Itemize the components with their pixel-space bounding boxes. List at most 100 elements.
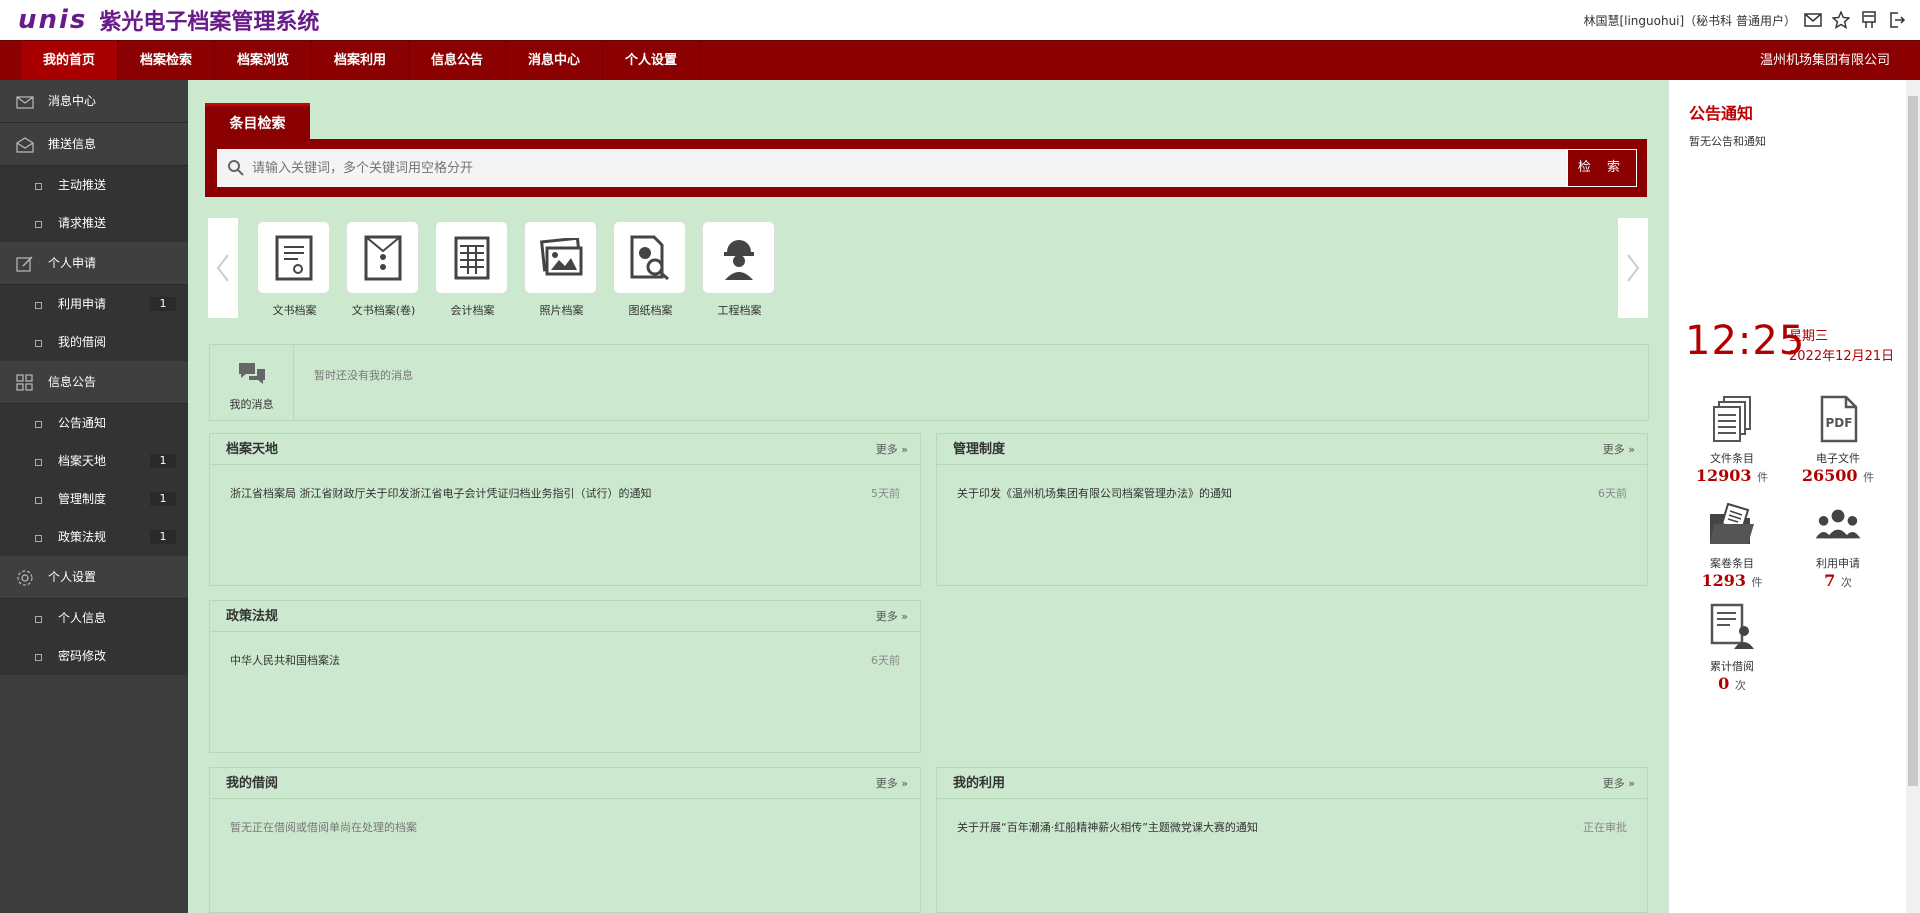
category-label: 工程档案 [717, 304, 762, 317]
nav-home[interactable]: 我的首页 [21, 41, 118, 81]
carousel-next-button[interactable] [1618, 218, 1648, 318]
stat-unit: 次 [1734, 679, 1746, 692]
grid-icon [16, 374, 33, 391]
category-drawing-archive[interactable]: 图纸档案 [613, 221, 688, 321]
count-badge: 1 [150, 454, 176, 468]
stat-volume-items[interactable]: 案卷条目 1293 件 [1687, 500, 1777, 590]
sidebar-item-my-borrow[interactable]: 我的借阅 [0, 323, 188, 361]
more-link[interactable]: 更多 » [1603, 434, 1635, 465]
sidebar-group-personal-apply[interactable]: 个人申请 [0, 242, 188, 285]
mail-icon[interactable] [1802, 9, 1824, 31]
sidebar-item-archive-world[interactable]: 档案天地 1 [0, 442, 188, 480]
sidebar-item-policy[interactable]: 政策法规 1 [0, 518, 188, 556]
nav-archive-browse[interactable]: 档案浏览 [215, 41, 312, 81]
category-accounting-archive[interactable]: 会计档案 [435, 221, 510, 321]
sidebar-group-message-center[interactable]: 消息中心 [0, 80, 188, 123]
stat-total-borrow[interactable]: 累计借阅 0 次 [1687, 603, 1777, 693]
tab-item-search[interactable]: 条目检索 [205, 103, 310, 139]
count-badge: 1 [150, 530, 176, 544]
category-engineering-archive[interactable]: 工程档案 [702, 221, 777, 321]
certificate-icon [275, 235, 312, 280]
list-item[interactable]: 关于开展“百年潮涌·红船精神薪火相传”主题微党课大赛的通知 正在审批 [937, 819, 1647, 841]
edit-icon [16, 256, 33, 272]
open-folder-icon [1710, 502, 1754, 544]
panel-title: 管理制度 [953, 442, 1006, 457]
app-title: 紫光电子档案管理系统 [99, 10, 320, 35]
sidebar-item-password-change[interactable]: 密码修改 [0, 637, 188, 675]
sidebar-item-use-apply[interactable]: 利用申请 1 [0, 285, 188, 323]
sidebar-item-label: 我的借阅 [58, 335, 107, 349]
sidebar-item-label: 管理制度 [58, 492, 107, 506]
category-document-volume[interactable]: 文书档案(卷) [346, 221, 421, 321]
ledger-icon [454, 236, 489, 279]
scrollbar-thumb[interactable] [1908, 96, 1918, 786]
sidebar-item-active-push[interactable]: 主动推送 [0, 166, 188, 204]
logout-icon[interactable] [1886, 9, 1908, 31]
more-link[interactable]: 更多 » [1603, 768, 1635, 799]
panel-title: 政策法规 [226, 609, 279, 624]
chevron-right-icon [1627, 254, 1640, 282]
sidebar-group-label: 个人设置 [48, 570, 97, 584]
nav-message-center[interactable]: 消息中心 [506, 41, 603, 81]
sidebar-group-label: 信息公告 [48, 375, 97, 389]
user-name: 林国慧[linguohui]（秘书科 普通用户） [1583, 13, 1796, 28]
more-link[interactable]: 更多 » [876, 768, 908, 799]
sidebar-item-announcements[interactable]: 公告通知 [0, 404, 188, 442]
category-document-archive[interactable]: 文书档案 [257, 221, 332, 321]
more-label: 更多 [1602, 777, 1625, 790]
category-photo-archive[interactable]: 照片档案 [524, 221, 599, 321]
panel-title: 我的利用 [953, 776, 1006, 791]
sidebar-item-label: 档案天地 [58, 454, 107, 468]
panel-rules: 管理制度 更多 » 关于印发《温州机场集团有限公司档案管理办法》的通知 6天前 [936, 433, 1648, 586]
documents-icon [1713, 396, 1751, 442]
star-icon[interactable] [1830, 9, 1852, 31]
logo[interactable]: unis 紫光电子档案管理系统 [18, 4, 319, 36]
search-box: 检 索 [205, 139, 1647, 197]
my-messages-label: 我的消息 [229, 398, 274, 411]
list-item[interactable]: 浙江省档案局 浙江省财政厅关于印发浙江省电子会计凭证归档业务指引（试行）的通知 5… [210, 485, 920, 507]
more-link[interactable]: 更多 » [876, 601, 908, 632]
nav-archive-use[interactable]: 档案利用 [312, 41, 409, 81]
sidebar-group-label: 个人申请 [48, 256, 97, 270]
sidebar-group-info-announce[interactable]: 信息公告 [0, 361, 188, 404]
list-item-time: 5天前 [871, 487, 900, 500]
stat-value: 26500 [1801, 466, 1858, 485]
sidebar-group-label: 推送信息 [48, 137, 97, 151]
sidebar-item-rules[interactable]: 管理制度 1 [0, 480, 188, 518]
sidebar-item-request-push[interactable]: 请求推送 [0, 204, 188, 242]
bookmark-icon[interactable] [1858, 9, 1880, 31]
sidebar-group-push-info[interactable]: 推送信息 [0, 123, 188, 166]
count-badge: 1 [150, 297, 176, 311]
photo-icon [539, 237, 582, 275]
more-link[interactable]: 更多 » [876, 434, 908, 465]
nav-personal-settings[interactable]: 个人设置 [603, 41, 700, 81]
category-label: 文书档案 [272, 304, 317, 317]
company-name: 温州机场集团有限公司 [1759, 53, 1890, 68]
list-item[interactable]: 关于印发《温州机场集团有限公司档案管理办法》的通知 6天前 [937, 485, 1647, 507]
scrollbar[interactable] [1906, 80, 1920, 913]
nav-announcements[interactable]: 信息公告 [409, 41, 506, 81]
my-messages-header[interactable]: 我的消息 [210, 345, 294, 420]
list-item[interactable]: 中华人民共和国档案法 6天前 [210, 652, 920, 674]
sidebar-item-personal-info[interactable]: 个人信息 [0, 599, 188, 637]
sidebar-group-personal-settings[interactable]: 个人设置 [0, 556, 188, 599]
my-messages-empty-text: 暂时还没有我的消息 [314, 369, 413, 382]
more-label: 更多 [875, 443, 898, 456]
search-input[interactable] [217, 149, 1567, 187]
sidebar-item-label: 利用申请 [58, 297, 107, 311]
stat-file-items[interactable]: 文件条目 12903 件 [1687, 395, 1777, 485]
stat-use-applications[interactable]: 利用申请 7 次 [1793, 500, 1883, 590]
list-item-time: 6天前 [1598, 487, 1627, 500]
stat-value: 12903 [1695, 466, 1752, 485]
carousel-prev-button[interactable] [208, 218, 238, 318]
nav-archive-search[interactable]: 档案检索 [118, 41, 215, 81]
category-label: 会计档案 [450, 304, 495, 317]
list-empty-text: 暂无正在借阅或借阅单尚在处理的档案 [210, 819, 920, 841]
stat-electronic-files[interactable]: PDF 电子文件 26500 件 [1793, 395, 1883, 485]
sidebar: 消息中心 推送信息 主动推送 请求推送 个人申请 利用申请 1 我的借阅 信息公告… [0, 80, 188, 913]
category-label: 图纸档案 [628, 304, 673, 317]
clock-weekday: 星期三 [1789, 329, 1829, 344]
stat-value: 1293 [1701, 571, 1746, 590]
search-button[interactable]: 检 索 [1567, 149, 1637, 187]
announcement-empty-text: 暂无公告和通知 [1689, 135, 1766, 148]
